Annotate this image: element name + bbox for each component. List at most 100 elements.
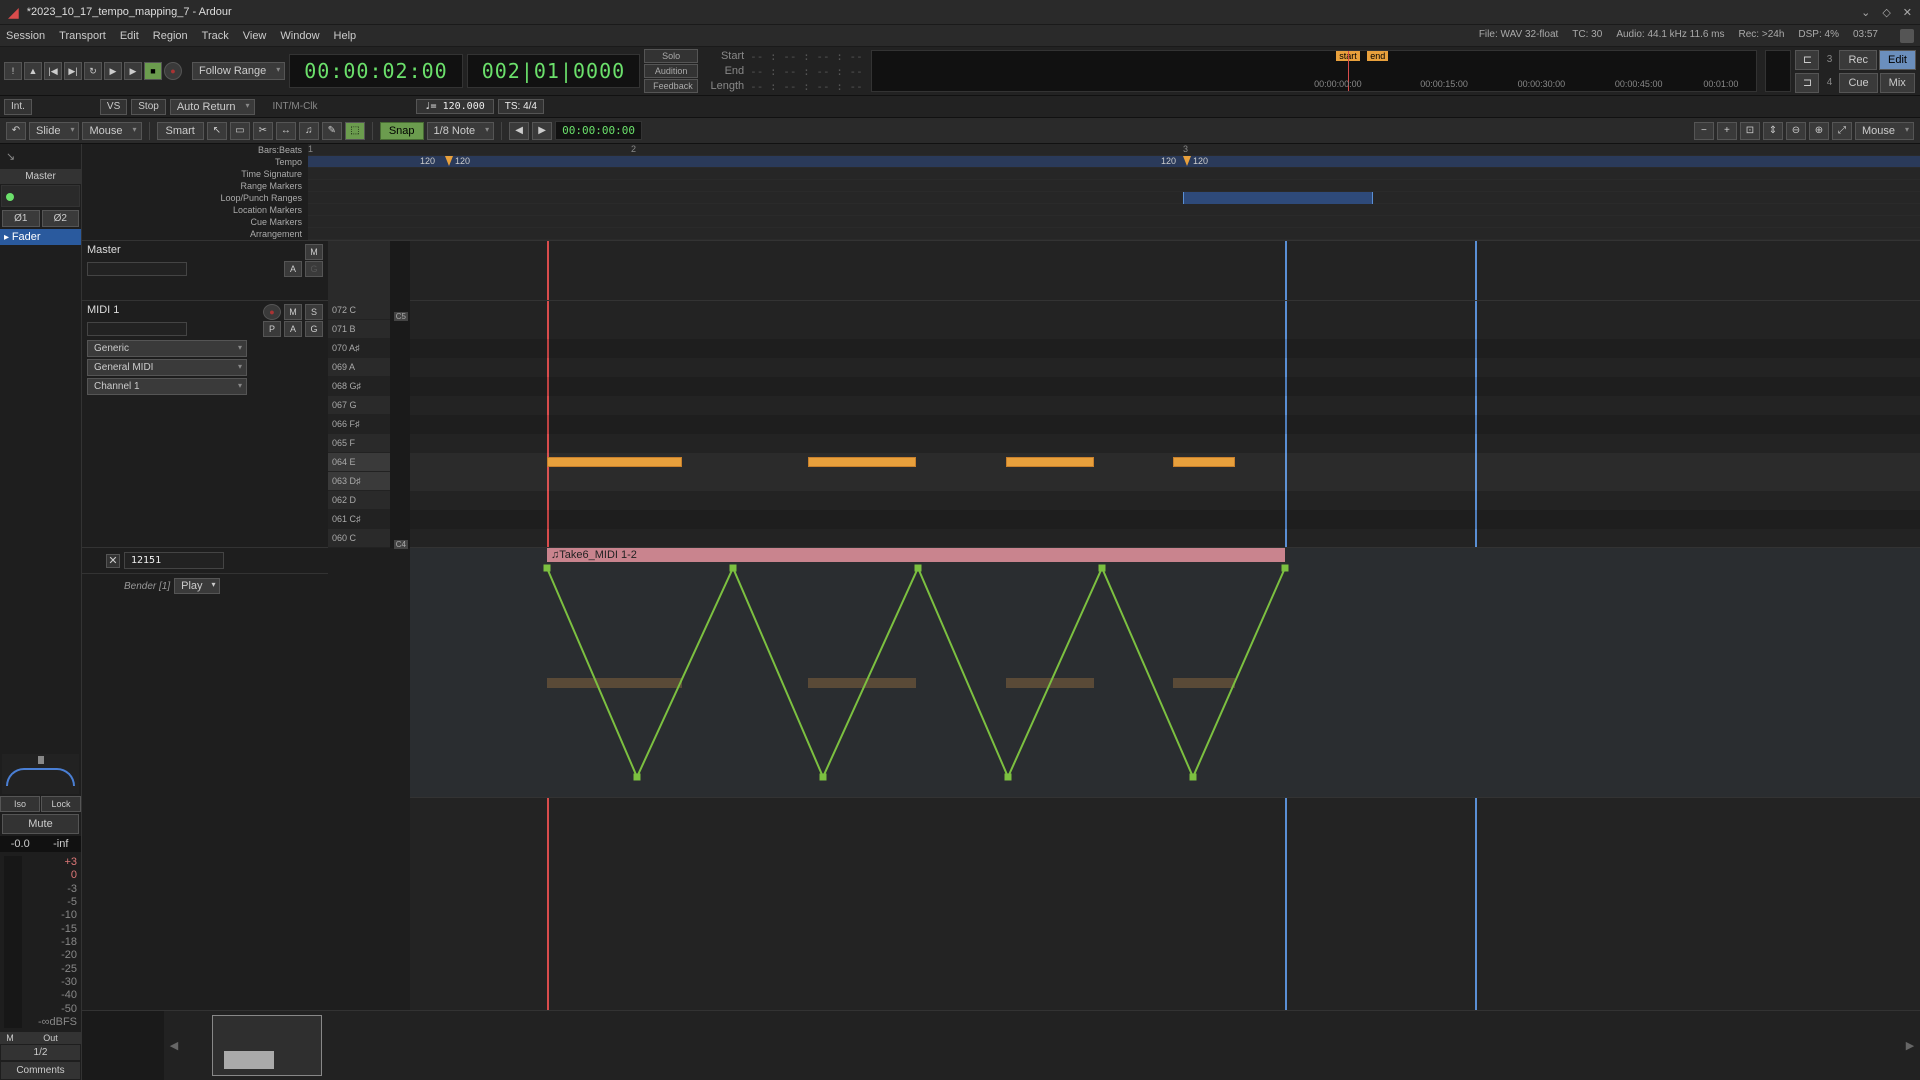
master-mute-button[interactable]: M: [305, 244, 323, 260]
menu-track[interactable]: Track: [202, 30, 229, 42]
menu-view[interactable]: View: [243, 30, 267, 42]
summary-left-button[interactable]: ◀: [164, 1011, 184, 1080]
window-maximize-icon[interactable]: ◇: [1882, 6, 1890, 19]
automation-region-header[interactable]: ♫Take6_MIDI 1-2: [547, 548, 1285, 562]
zoom-tracks-out[interactable]: ⊖: [1786, 122, 1806, 140]
goto-start-button[interactable]: |◀: [44, 62, 62, 80]
loop-button[interactable]: ↻: [84, 62, 102, 80]
automation-lane-header[interactable]: ✕ 12151: [82, 548, 328, 574]
nudge-left-button[interactable]: ◀: [509, 122, 529, 140]
loop-range[interactable]: [1183, 192, 1373, 204]
ruler-label-range[interactable]: Range Markers: [82, 180, 302, 192]
automation-point[interactable]: [1282, 565, 1289, 572]
secondary-clock[interactable]: 002|01|0000: [467, 54, 640, 88]
ruler-location[interactable]: [308, 204, 1920, 216]
midi-canvas[interactable]: [410, 301, 1920, 548]
range-tool[interactable]: ▭: [230, 122, 250, 140]
midi-note[interactable]: [1173, 457, 1235, 467]
output-button[interactable]: Out: [20, 1032, 81, 1044]
grab-tool[interactable]: ↖: [207, 122, 227, 140]
mix-page-button[interactable]: Mix: [1880, 73, 1915, 93]
snap-button[interactable]: Snap: [380, 122, 424, 140]
midi-note[interactable]: [547, 457, 682, 467]
goto-end-button[interactable]: ▶|: [64, 62, 82, 80]
midi1-mute-button[interactable]: M: [284, 304, 302, 320]
zoom-expand[interactable]: ⤢: [1832, 122, 1852, 140]
track-header-midi1[interactable]: MIDI 1 ● M S P A G: [82, 301, 328, 548]
cue-page-button[interactable]: Cue: [1839, 73, 1877, 93]
edit-tool[interactable]: ⬚: [345, 122, 365, 140]
follow-range-combo[interactable]: Follow Range: [192, 62, 285, 80]
piano-key[interactable]: 061 C♯: [328, 510, 390, 529]
menu-help[interactable]: Help: [334, 30, 357, 42]
strip-routing[interactable]: [1, 185, 80, 207]
iso-button[interactable]: Iso: [0, 796, 40, 812]
master-fader[interactable]: [87, 262, 187, 276]
menu-transport[interactable]: Transport: [59, 30, 106, 42]
zoom-out-button[interactable]: −: [1694, 122, 1714, 140]
auto-return-combo[interactable]: Auto Return: [170, 99, 255, 115]
automation-canvas[interactable]: ♫Take6_MIDI 1-2: [410, 548, 1920, 798]
sync-int-button[interactable]: Int.: [4, 99, 32, 115]
ruler-label-tsig[interactable]: Time Signature: [82, 168, 302, 180]
zoom-height-button[interactable]: ⇕: [1763, 122, 1783, 140]
piano-key[interactable]: 060 C: [328, 529, 390, 548]
automation-point[interactable]: [1099, 565, 1106, 572]
nudge-right-button[interactable]: ▶: [532, 122, 552, 140]
midi1-playlist-button[interactable]: P: [263, 321, 281, 337]
automation-point[interactable]: [1190, 774, 1197, 781]
metronome-button[interactable]: ▲: [24, 62, 42, 80]
smart-button[interactable]: Smart: [157, 122, 204, 140]
master-canvas[interactable]: [410, 241, 1920, 301]
piano-roll-keys[interactable]: 072 C071 B070 A♯069 A068 G♯067 G066 F♯06…: [328, 301, 390, 548]
mouse-mode-combo[interactable]: Mouse: [82, 122, 141, 140]
piano-key[interactable]: 062 D: [328, 491, 390, 510]
stop-button[interactable]: ■: [144, 62, 162, 80]
piano-key[interactable]: 068 G♯: [328, 377, 390, 396]
piano-key[interactable]: 065 F: [328, 434, 390, 453]
automation-point[interactable]: [820, 774, 827, 781]
grid-combo[interactable]: 1/8 Note: [427, 122, 495, 140]
ruler-tempo[interactable]: 120 120 120 120: [308, 156, 1920, 168]
canvas[interactable]: ♫Take6_MIDI 1-2: [410, 241, 1920, 1010]
mono-button[interactable]: M: [0, 1032, 20, 1044]
edit-page-button[interactable]: Edit: [1879, 50, 1916, 70]
window-close-icon[interactable]: ✕: [1903, 6, 1912, 19]
midi-panic-button[interactable]: !: [4, 62, 22, 80]
log-button[interactable]: [1900, 29, 1914, 43]
fader[interactable]: +3 0 -3 -5 -10 -15 -18 -20 -25 -30 -40 -…: [0, 852, 81, 1032]
window-minimize-icon[interactable]: ⌄: [1861, 6, 1870, 19]
audition-tool[interactable]: ♫: [299, 122, 319, 140]
piano-key[interactable]: 064 E: [328, 453, 390, 472]
punch-in-button[interactable]: ⊏: [1795, 50, 1819, 70]
fader-processor[interactable]: ▸ Fader: [0, 229, 81, 245]
panner[interactable]: [2, 754, 79, 794]
time-signature-display[interactable]: TS: 4/4: [498, 99, 544, 114]
menu-window[interactable]: Window: [280, 30, 319, 42]
piano-key[interactable]: 066 F♯: [328, 415, 390, 434]
phase-invert-2[interactable]: Ø2: [42, 210, 80, 227]
piano-key[interactable]: 069 A: [328, 358, 390, 377]
midi1-soundfont-combo[interactable]: General MIDI: [87, 359, 247, 376]
automation-point[interactable]: [915, 565, 922, 572]
ruler-label-location[interactable]: Location Markers: [82, 204, 302, 216]
ruler-label-tempo[interactable]: Tempo: [82, 156, 302, 168]
automation-point[interactable]: [544, 565, 551, 572]
mute-button[interactable]: Mute: [2, 814, 79, 834]
ruler-loop[interactable]: [308, 192, 1920, 204]
tempo-display[interactable]: ♩= 120.000: [416, 99, 494, 114]
record-button[interactable]: ●: [164, 62, 182, 80]
midi1-channel-combo[interactable]: Channel 1: [87, 378, 247, 395]
lock-button[interactable]: Lock: [41, 796, 81, 812]
play-button[interactable]: ▶: [124, 62, 142, 80]
feedback-alert-button[interactable]: Feedback: [644, 79, 698, 93]
punch-out-button[interactable]: ⊐: [1795, 73, 1819, 93]
ruler-arrangement[interactable]: [308, 228, 1920, 240]
piano-key[interactable]: 072 C: [328, 301, 390, 320]
ruler-cue[interactable]: [308, 216, 1920, 228]
menu-edit[interactable]: Edit: [120, 30, 139, 42]
varispeed-button[interactable]: VS: [100, 99, 127, 115]
track-header-master[interactable]: Master M A G: [82, 241, 328, 301]
master-group-button[interactable]: G: [305, 261, 323, 277]
visual-undo-button[interactable]: ↶: [6, 122, 26, 140]
